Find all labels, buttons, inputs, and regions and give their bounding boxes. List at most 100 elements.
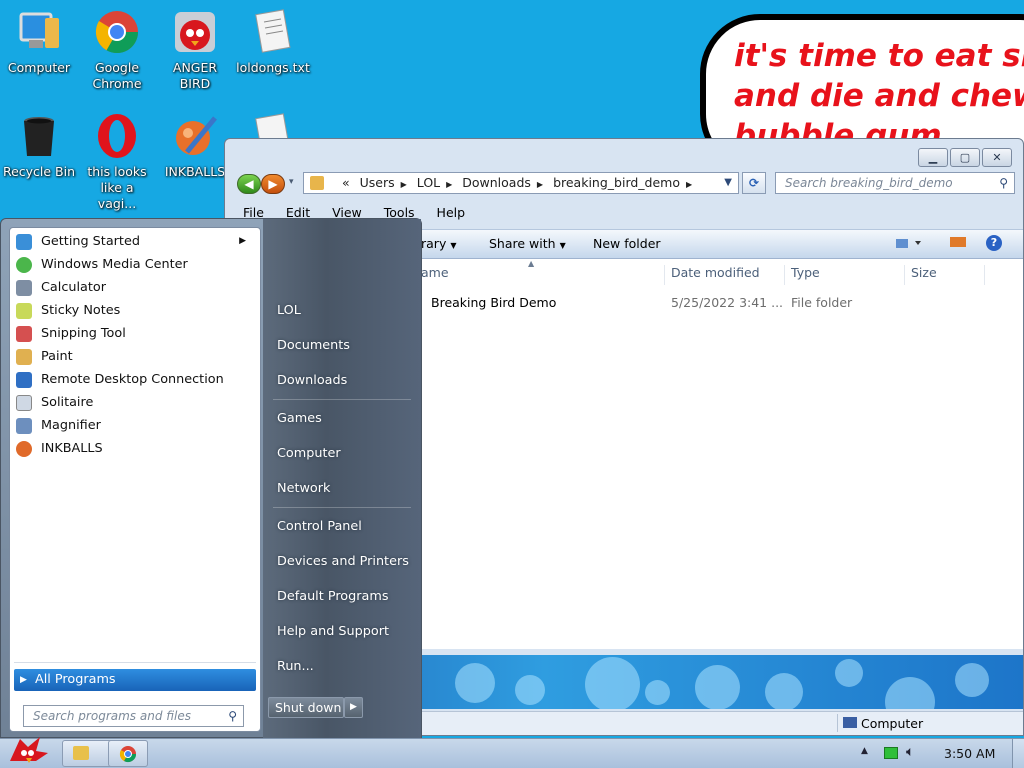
angry-bird-icon: [171, 8, 219, 56]
magnifier-icon: [16, 418, 32, 434]
sticky-notes-icon: [16, 303, 32, 319]
shut-down-button[interactable]: Shut down: [268, 697, 344, 718]
all-programs-button[interactable]: ▶ All Programs: [14, 669, 256, 691]
chrome-icon: [93, 8, 141, 56]
include-in-library-button[interactable]: rary ▼: [421, 236, 456, 251]
angry-bird-start-icon: [10, 737, 48, 763]
table-row[interactable]: Breaking Bird Demo 5/25/2022 3:41 ... Fi…: [407, 295, 1017, 315]
network-icon[interactable]: [884, 747, 898, 759]
place-documents[interactable]: Documents: [277, 338, 350, 353]
taskbar-chrome-button[interactable]: [108, 740, 148, 767]
breadcrumb-arrow-icon[interactable]: ▶: [401, 180, 407, 189]
program-remote-desktop[interactable]: Remote Desktop Connection: [14, 368, 254, 391]
submenu-arrow-icon: ▶: [239, 236, 246, 246]
program-label: Magnifier: [41, 418, 101, 433]
calculator-icon: [16, 280, 32, 296]
breadcrumb-downloads[interactable]: Downloads: [462, 175, 531, 190]
row-type: File folder: [791, 295, 853, 310]
program-windows-media-center[interactable]: Windows Media Center: [14, 253, 254, 276]
desktop-icon-inkballs[interactable]: INKBALLS: [155, 112, 235, 180]
program-solitaire[interactable]: Solitaire: [14, 391, 254, 414]
place-help-and-support[interactable]: Help and Support: [277, 624, 389, 639]
close-button[interactable]: ✕: [982, 148, 1012, 167]
place-default-programs[interactable]: Default Programs: [277, 589, 389, 604]
explorer-icon: [73, 746, 89, 760]
start-menu-places-pane: LOL Documents Downloads Games Computer N…: [263, 219, 421, 739]
search-icon[interactable]: ⚲: [228, 706, 237, 726]
desktop-icon-opera[interactable]: this looks like a vagi...: [77, 112, 157, 212]
program-paint[interactable]: Paint: [14, 345, 254, 368]
forward-button[interactable]: ▶: [261, 174, 285, 194]
clock[interactable]: 3:50 AM: [944, 746, 995, 761]
desktop-icon-recycle-bin[interactable]: Recycle Bin: [0, 112, 79, 180]
desktop-icon-label: ANGER BIRD: [172, 60, 218, 91]
shut-down-options-icon[interactable]: ▶: [344, 697, 363, 718]
back-button[interactable]: ◀: [237, 174, 261, 194]
row-date: 5/25/2022 3:41 ...: [671, 295, 784, 310]
desktop-icon-computer[interactable]: Computer: [0, 8, 79, 76]
inkballs-icon: [171, 112, 219, 160]
place-run[interactable]: Run...: [277, 659, 314, 674]
show-desktop-button[interactable]: [1012, 739, 1024, 768]
remote-desktop-icon: [16, 372, 32, 388]
desktop-icon-loldongs[interactable]: loldongs.txt: [233, 8, 313, 76]
place-downloads[interactable]: Downloads: [277, 373, 347, 388]
place-network[interactable]: Network: [277, 481, 330, 496]
column-header-date-modified[interactable]: Date modified: [671, 265, 785, 285]
program-inkballs[interactable]: INKBALLS: [14, 437, 254, 460]
maximize-button[interactable]: ▢: [950, 148, 980, 167]
recent-pages-arrow-icon[interactable]: ▾: [289, 177, 294, 187]
place-computer[interactable]: Computer: [277, 446, 341, 461]
recycle-bin-icon: [15, 112, 63, 160]
help-icon[interactable]: ?: [986, 235, 1002, 251]
desktop-icon-label: Google Chrome: [92, 60, 142, 91]
new-folder-button[interactable]: New folder: [593, 236, 661, 251]
minimize-button[interactable]: ▁: [918, 148, 948, 167]
start-search-input[interactable]: Search programs and files ⚲: [23, 705, 244, 727]
desktop-icon-label: this looks like a vagi...: [87, 164, 147, 211]
menu-help[interactable]: Help: [437, 205, 466, 220]
place-devices-and-printers[interactable]: Devices and Printers: [277, 554, 409, 569]
breadcrumb-arrow-icon[interactable]: ▶: [446, 180, 452, 189]
inkballs-icon: [16, 441, 32, 457]
all-programs-label: All Programs: [35, 672, 116, 687]
start-menu: Getting Started ▶ Windows Media Center C…: [0, 218, 422, 739]
refresh-icon[interactable]: ⟳: [742, 172, 766, 194]
breadcrumb-arrow-icon[interactable]: ▶: [537, 180, 543, 189]
address-dropdown-icon[interactable]: ▼: [724, 173, 732, 193]
desktop-icon-label: loldongs.txt: [236, 60, 310, 75]
computer-icon: [15, 8, 63, 56]
program-label: Solitaire: [41, 395, 94, 410]
column-header-size[interactable]: Size: [911, 265, 985, 285]
program-snipping-tool[interactable]: Snipping Tool: [14, 322, 254, 345]
desktop-icon-anger-bird[interactable]: ANGER BIRD: [155, 8, 235, 92]
place-user-folder[interactable]: LOL: [277, 303, 301, 318]
folder-icon: [310, 176, 324, 190]
breadcrumb-overflow[interactable]: «: [342, 175, 350, 190]
show-hidden-icons-icon[interactable]: ▲: [861, 746, 868, 756]
breadcrumb-users[interactable]: Users: [360, 175, 395, 190]
breadcrumb-breaking-bird-demo[interactable]: breaking_bird_demo: [553, 175, 680, 190]
program-label: Calculator: [41, 280, 106, 295]
search-input[interactable]: Search breaking_bird_demo ⚲: [775, 172, 1015, 194]
start-button[interactable]: [2, 731, 52, 768]
program-calculator[interactable]: Calculator: [14, 276, 254, 299]
desktop-icon-chrome[interactable]: Google Chrome: [77, 8, 157, 92]
row-name: Breaking Bird Demo: [431, 295, 557, 310]
column-header-type[interactable]: Type: [791, 265, 905, 285]
paint-icon: [16, 349, 32, 365]
program-sticky-notes[interactable]: Sticky Notes: [14, 299, 254, 322]
place-control-panel[interactable]: Control Panel: [277, 519, 362, 534]
address-bar[interactable]: « Users ▶ LOL ▶ Downloads ▶ breaking_bird_d…: [303, 172, 739, 194]
volume-icon[interactable]: 🔈︎: [906, 744, 914, 760]
place-games[interactable]: Games: [277, 411, 322, 426]
share-with-button[interactable]: Share with ▼: [489, 236, 566, 251]
breadcrumb-arrow-icon[interactable]: ▶: [686, 180, 692, 189]
search-icon[interactable]: ⚲: [999, 173, 1008, 193]
program-getting-started[interactable]: Getting Started ▶: [14, 230, 254, 253]
change-view-icon[interactable]: [895, 235, 921, 251]
preview-pane-icon[interactable]: [949, 236, 967, 248]
program-magnifier[interactable]: Magnifier: [14, 414, 254, 437]
column-header-name[interactable]: ame: [421, 265, 665, 285]
breadcrumb-lol[interactable]: LOL: [417, 175, 440, 190]
